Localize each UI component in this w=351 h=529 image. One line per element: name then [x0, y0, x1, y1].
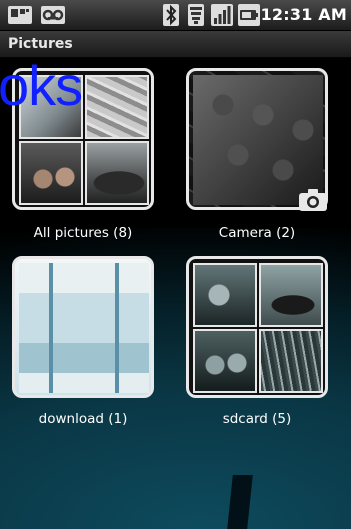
album-label: All pictures (8) [33, 225, 133, 241]
album-label: download (1) [38, 411, 128, 427]
album-thumbnail-grid [186, 256, 328, 398]
thumbnail-photo [19, 263, 149, 393]
voicemail-icon [41, 6, 65, 24]
camera-icon [299, 189, 327, 211]
thumbnail-photo [85, 75, 149, 139]
thumbnail-photo [193, 329, 257, 393]
wifi-icon [188, 4, 204, 26]
album-label: Camera (2) [218, 225, 296, 241]
thumbnail-photo [193, 75, 323, 205]
album-camera[interactable]: Camera (2) [186, 68, 328, 243]
sim-card-icon [8, 6, 32, 24]
album-label: sdcard (5) [222, 411, 292, 427]
battery-icon [238, 4, 260, 26]
album-sdcard[interactable]: sdcard (5) [186, 256, 328, 431]
bluetooth-icon [163, 4, 179, 26]
thumbnail-photo [259, 263, 323, 327]
page-title: Pictures [8, 36, 73, 52]
thumbnail-photo [193, 263, 257, 327]
status-clock: 12:31 AM [260, 5, 347, 24]
status-bar: 12:31 AM [0, 0, 351, 31]
signal-icon [211, 4, 233, 26]
thumbnail-photo [259, 329, 323, 393]
thumbnail-photo [19, 141, 83, 205]
thumbnail-photo [85, 141, 149, 205]
album-download[interactable]: download (1) [12, 256, 154, 431]
album-thumbnail-grid [12, 256, 154, 398]
overlay-text: oks [0, 54, 83, 117]
